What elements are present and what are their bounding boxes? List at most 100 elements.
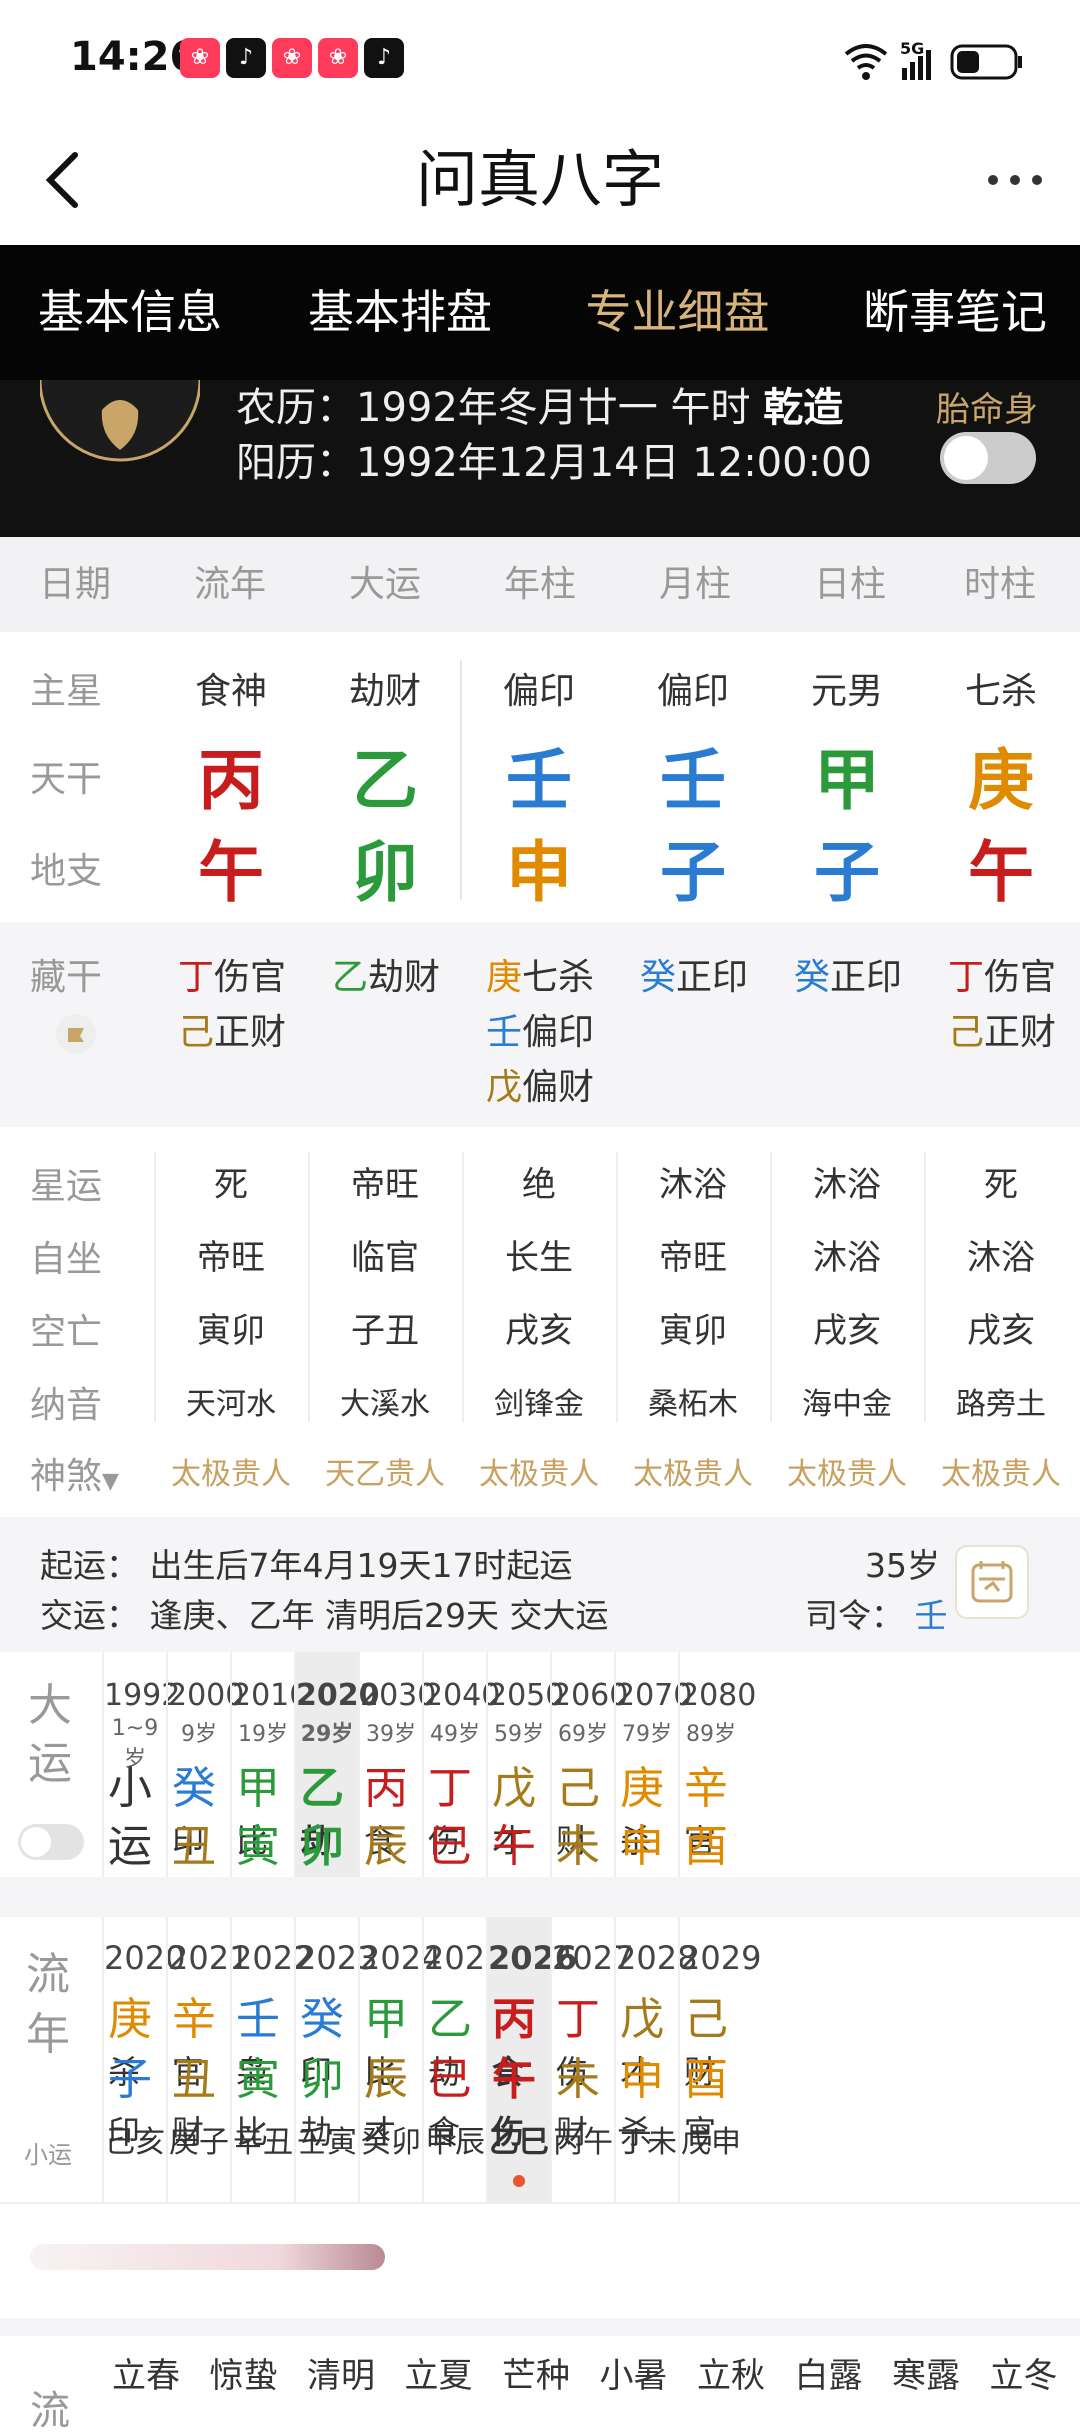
dayun-label: 大运 — [28, 1680, 72, 1789]
current-year-dot — [513, 2175, 525, 2187]
solar-term[interactable]: 芒种 — [488, 2348, 584, 2397]
solar-term[interactable]: 立春 — [98, 2348, 194, 2397]
row-label-zizuo: 自坐 — [30, 1239, 103, 1280]
canggan-item: 乙劫财 — [332, 948, 440, 1000]
tab-professional-chart[interactable]: 专业细盘 — [545, 245, 810, 380]
dayun-item[interactable]: 1992 1~9岁小运 — [102, 1652, 181, 1877]
solar-term[interactable]: 小暑 — [586, 2348, 682, 2397]
dayun-item[interactable]: 204049岁丁伤巳食 — [422, 1652, 500, 1918]
zhuxing-cell: 劫财 — [348, 671, 421, 712]
zodiac-monkey-avatar — [38, 379, 202, 475]
liunian-branch-char: 酉 — [684, 2054, 728, 2105]
kongwang-cell: 戌亥 — [967, 1311, 1035, 1351]
dayun-age: 39岁 — [366, 1722, 416, 1747]
liunian-year: 2021 — [168, 1939, 250, 1977]
canggan-item: 丁伤官 — [178, 948, 286, 1000]
zizuo-cell: 帝旺 — [197, 1238, 265, 1278]
shensha-cell[interactable]: 太极贵人 — [154, 1449, 308, 1493]
calendar-icon[interactable] — [955, 1545, 1029, 1619]
tab-basic-chart[interactable]: 基本排盘 — [270, 245, 530, 380]
dayun-year: 2030 — [360, 1678, 437, 1713]
dayun-branch-char: 酉 — [684, 1821, 728, 1872]
solar-term[interactable]: 立秋 — [683, 2348, 779, 2397]
liunian-item[interactable]: 2023 癸印 卯劫 壬寅 — [294, 1917, 377, 2202]
pin-icon[interactable] — [56, 1014, 96, 1054]
app-notification-icon: ❀ — [318, 38, 358, 78]
dayun-year: 2070 — [616, 1678, 693, 1713]
solar-term[interactable]: 白露 — [781, 2348, 877, 2397]
canggan-item: 己正财 — [178, 1003, 286, 1055]
dayun-age: 89岁 — [686, 1722, 736, 1747]
siling: 司令： 壬 — [805, 1589, 948, 1637]
liunian-item[interactable]: 2021 辛官 丑财 庚子 — [166, 1917, 250, 2202]
dayun-item[interactable]: 201019岁甲比寅比 — [230, 1652, 308, 1918]
dayun-year: 1992 — [104, 1678, 181, 1713]
dayun-item[interactable]: 208089岁辛官酉官 — [678, 1652, 756, 1918]
liunian-branch-char: 丑 — [172, 2054, 216, 2105]
dayun-branch-char: 未 — [556, 1821, 600, 1872]
blurred-row — [0, 2202, 1080, 2320]
dayun-branch: 运 — [108, 1810, 166, 1874]
dayun-stem-char: 乙 — [300, 1763, 344, 1814]
nayin-cell: 剑锋金 — [494, 1387, 584, 1422]
siling-value: 壬 — [914, 1596, 948, 1635]
more-options-icon[interactable] — [980, 140, 1050, 220]
canggan-item: 戊偏财 — [486, 1058, 594, 1110]
liunian-year: 2020 — [104, 1939, 186, 1977]
hidden-stems: 藏干 丁伤官 己正财 乙劫财 庚七杀 壬偏印 戊偏财 癸正印 癸正印 丁伤官 己… — [0, 922, 1080, 1127]
dayun-branch-char: 运 — [108, 1821, 152, 1872]
zhuxing-cell: 偏印 — [502, 671, 575, 712]
dayun-item[interactable]: 20009岁癸印丑财 — [166, 1652, 244, 1918]
solar-date: 阳历：1992年12月14日 12:00:00 — [236, 440, 872, 486]
liunian-item[interactable]: 2029 己财 酉官 戊申 — [678, 1917, 761, 2202]
shensha-cell[interactable]: 天乙贵人 — [308, 1449, 462, 1493]
dizhi-cell: 子 — [660, 834, 726, 911]
xiaoyun-ganzhi: 乙巳 — [489, 2125, 549, 2160]
tab-basic-info[interactable]: 基本信息 — [0, 245, 260, 380]
liunian-item[interactable]: 2026 丙食 午伤 乙巳 — [486, 1917, 577, 2202]
solar-term[interactable]: 惊蛰 — [196, 2348, 292, 2397]
dayun-item[interactable]: 207079岁庚杀申杀 — [614, 1652, 693, 1918]
dayun-item[interactable]: 206069岁己财未财 — [550, 1652, 628, 1918]
shensha-dropdown[interactable]: 神煞▼ — [30, 1447, 119, 1499]
app-notification-icon: ❀ — [180, 38, 220, 78]
solar-term[interactable]: 立冬 — [976, 2348, 1072, 2397]
shensha-cell[interactable]: 太极贵人 — [770, 1449, 924, 1493]
dayun-item[interactable]: 202029岁乙劫卯劫 — [294, 1652, 380, 1918]
nayin-cell: 桑柘木 — [648, 1387, 738, 1422]
liunian-item[interactable]: 2024 甲比 辰才 癸卯 — [358, 1917, 441, 2202]
xiaoyun-toggle[interactable] — [18, 1824, 84, 1860]
tab-notes[interactable]: 断事笔记 — [830, 245, 1080, 380]
liunian-item[interactable]: 2020 庚杀 子印 己亥 — [102, 1917, 186, 2202]
solar-term[interactable]: 立夏 — [391, 2348, 487, 2397]
zizuo-cell: 沐浴 — [967, 1238, 1035, 1278]
dayun-item[interactable]: 205059岁戊才午伤 — [486, 1652, 564, 1918]
zhuxing-cell: 食神 — [194, 671, 267, 712]
row-label-dizhi: 地支 — [30, 851, 103, 892]
liunian-item[interactable]: 2022 壬枭 寅比 辛丑 — [230, 1917, 314, 2202]
shensha-cell[interactable]: 太极贵人 — [616, 1449, 770, 1493]
xiaoyun-ganzhi: 癸卯 — [361, 2125, 421, 2160]
liunian-branch-char: 未 — [556, 2054, 600, 2105]
taimingshen-toggle[interactable] — [940, 432, 1036, 484]
xiaoyun-ganzhi: 戊申 — [681, 2125, 741, 2160]
liunian-stem-char: 辛 — [172, 1994, 216, 2045]
solar-term[interactable]: 寒露 — [878, 2348, 974, 2397]
liunian-item[interactable]: 2027 丁伤 未财 丙午 — [550, 1917, 633, 2202]
liunian-item[interactable]: 2025 乙劫 巳食 甲辰 — [422, 1917, 505, 2202]
liunian-stem-char: 癸 — [300, 1994, 344, 2045]
shensha-cell[interactable]: 太极贵人 — [924, 1449, 1078, 1493]
xingyun-cell: 沐浴 — [813, 1165, 881, 1205]
col-date: 日期 — [38, 564, 111, 605]
dayun-year: 2020 — [296, 1678, 380, 1713]
shensha-cell[interactable]: 太极贵人 — [462, 1449, 616, 1493]
status-icons: 5G — [840, 36, 1040, 86]
dayun-stem-char: 丙 — [364, 1763, 408, 1814]
canggan-gan: 己 — [948, 1012, 985, 1053]
liunian-year: 2022 — [232, 1939, 314, 1977]
solar-term[interactable]: 清明 — [293, 2348, 389, 2397]
dayun-item[interactable]: 203039岁丙食辰才 — [358, 1652, 437, 1918]
nayin-cell: 大溪水 — [340, 1387, 430, 1422]
liunian-item[interactable]: 2028 戊才 申杀 丁未 — [614, 1917, 697, 2202]
col-dayun: 大运 — [348, 564, 421, 605]
